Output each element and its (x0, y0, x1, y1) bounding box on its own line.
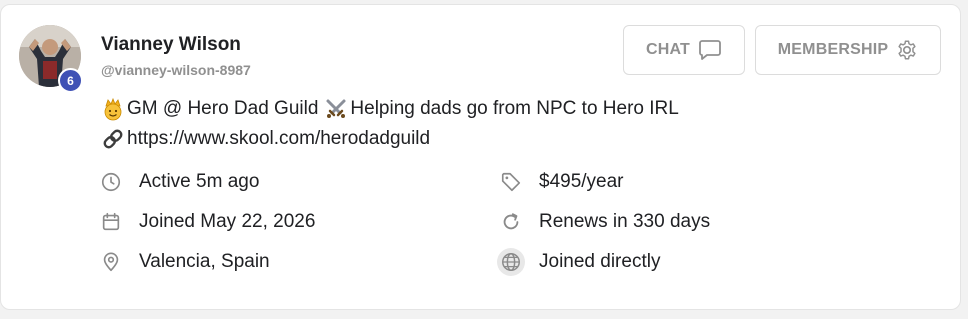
tag-icon (499, 170, 523, 194)
detail-renews: Renews in 330 days (499, 207, 710, 237)
detail-active: Active 5m ago (99, 167, 259, 197)
bio-tagline: Helping dads go from NPC to Hero IRL (350, 98, 679, 119)
price-text: $495/year (539, 171, 624, 192)
profile-handle: @vianney-wilson-8987 (101, 62, 251, 78)
bio-role: GM @ Hero Dad Guild (127, 98, 319, 119)
bio-link[interactable]: https://www.skool.com/herodadguild (127, 128, 430, 150)
joined-text: Joined May 22, 2026 (139, 211, 316, 232)
refresh-icon (499, 210, 523, 234)
location-pin-icon (99, 250, 123, 274)
location-text: Valencia, Spain (139, 251, 270, 272)
detail-price: $495/year (499, 167, 624, 197)
link-emoji-icon (103, 129, 123, 149)
gear-icon (898, 40, 916, 60)
detail-joined-via: Joined directly (497, 247, 661, 277)
member-profile-card: 6 Vianney Wilson @vianney-wilson-8987 GM… (0, 4, 961, 310)
membership-button[interactable]: MEMBERSHIP (755, 25, 941, 75)
chat-button[interactable]: CHAT (623, 25, 745, 75)
detail-joined: Joined May 22, 2026 (99, 207, 315, 237)
crossed-swords-emoji-icon (326, 99, 346, 118)
crowned-face-emoji-icon (104, 97, 122, 121)
renews-text: Renews in 330 days (539, 211, 711, 232)
calendar-icon (99, 210, 123, 234)
bio-line-1: GM @ Hero Dad Guild Helping dads go from… (101, 97, 679, 121)
joined-via-text: Joined directly (539, 251, 661, 272)
membership-button-label: MEMBERSHIP (777, 41, 889, 58)
level-badge: 6 (58, 68, 83, 93)
profile-name: Vianney Wilson (101, 34, 241, 55)
chat-bubble-icon (699, 40, 721, 60)
clock-icon (99, 170, 123, 194)
active-text: Active 5m ago (139, 171, 260, 192)
bio-line-2: https://www.skool.com/herodadguild (101, 127, 430, 151)
detail-location: Valencia, Spain (99, 247, 270, 277)
chat-button-label: CHAT (645, 41, 691, 58)
globe-icon (497, 248, 525, 276)
